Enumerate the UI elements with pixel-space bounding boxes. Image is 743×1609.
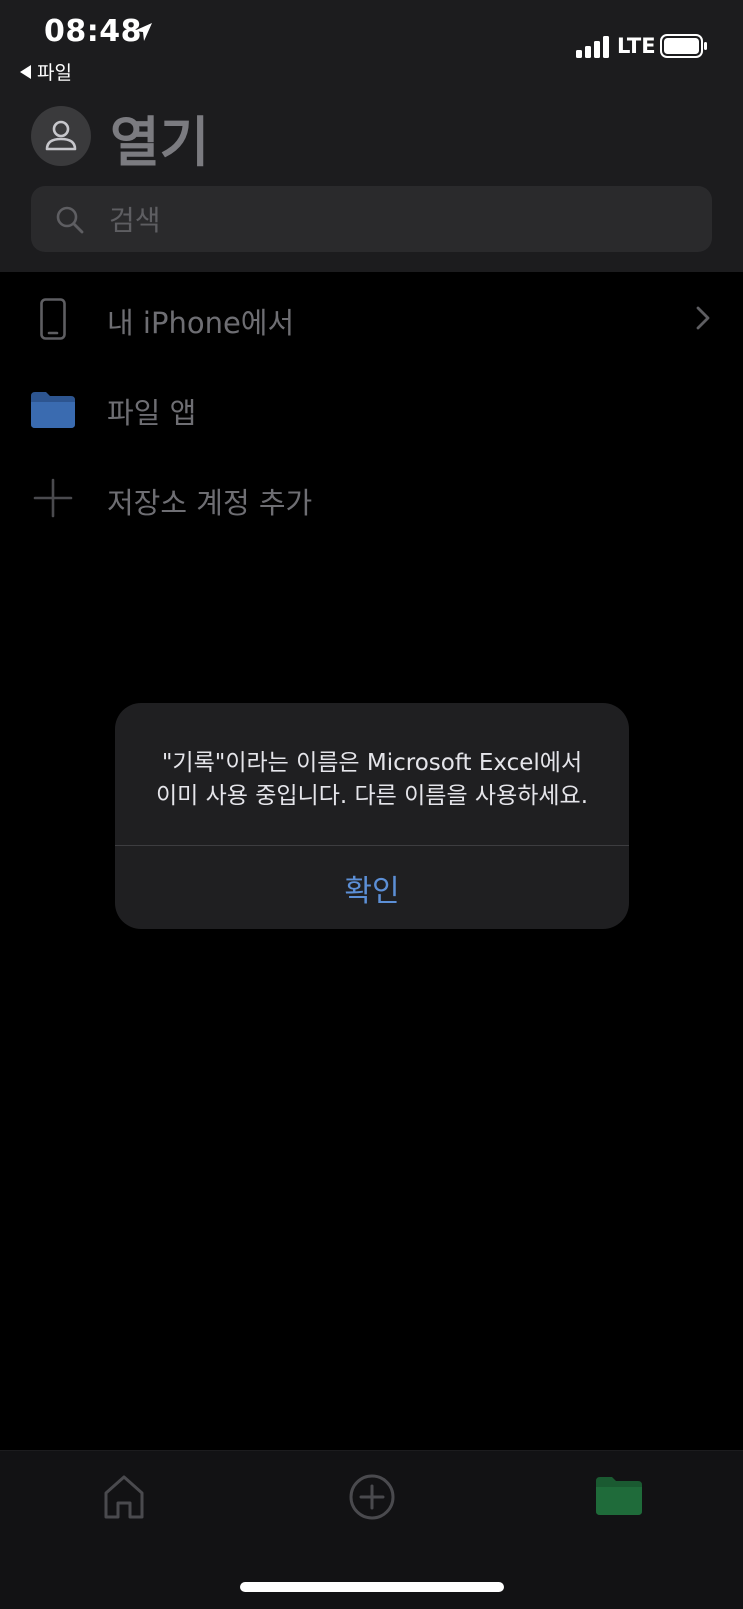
alert-dialog: "기록"이라는 이름은 Microsoft Excel에서 이미 사용 중입니다…	[115, 703, 629, 929]
location-item-files-app[interactable]: 파일 앱	[0, 364, 743, 454]
search-input[interactable]	[107, 198, 691, 242]
folder-icon	[31, 392, 75, 428]
confirm-button[interactable]: 확인	[115, 846, 629, 929]
chevron-right-icon	[696, 306, 710, 330]
location-label: 내 iPhone에서	[107, 306, 295, 340]
back-button[interactable]: 파일	[20, 58, 72, 85]
location-arrow-icon	[134, 23, 152, 41]
back-label: 파일	[37, 62, 72, 84]
phone-icon	[40, 298, 66, 340]
new-icon[interactable]	[348, 1473, 396, 1521]
open-folder-icon[interactable]	[596, 1477, 642, 1515]
location-label: 저장소 계정 추가	[107, 486, 313, 520]
home-indicator	[240, 1582, 504, 1592]
location-item-iphone[interactable]: 내 iPhone에서	[0, 274, 743, 364]
person-icon	[45, 120, 77, 151]
alert-message-line1: "기록"이라는 이름은 Microsoft Excel에서	[161, 750, 583, 776]
page-title: 열기	[110, 111, 210, 174]
back-arrow-icon	[20, 64, 31, 79]
plus-icon	[33, 478, 73, 518]
account-avatar[interactable]	[31, 106, 91, 166]
header: 08:48 LTE 파일 열기	[0, 0, 743, 272]
alert-message: "기록"이라는 이름은 Microsoft Excel에서 이미 사용 중입니다…	[135, 747, 609, 813]
alert-message-line2: 이미 사용 중입니다. 다른 이름을 사용하세요.	[155, 783, 589, 809]
battery-icon	[660, 34, 707, 58]
status-time: 08:48	[44, 14, 142, 49]
search-icon	[56, 206, 84, 234]
search-bar[interactable]	[31, 186, 712, 252]
home-icon[interactable]	[100, 1473, 148, 1521]
signal-icon	[576, 36, 609, 58]
add-storage-account[interactable]: 저장소 계정 추가	[0, 454, 743, 544]
network-type: LTE	[617, 34, 656, 58]
location-label: 파일 앱	[107, 396, 197, 430]
